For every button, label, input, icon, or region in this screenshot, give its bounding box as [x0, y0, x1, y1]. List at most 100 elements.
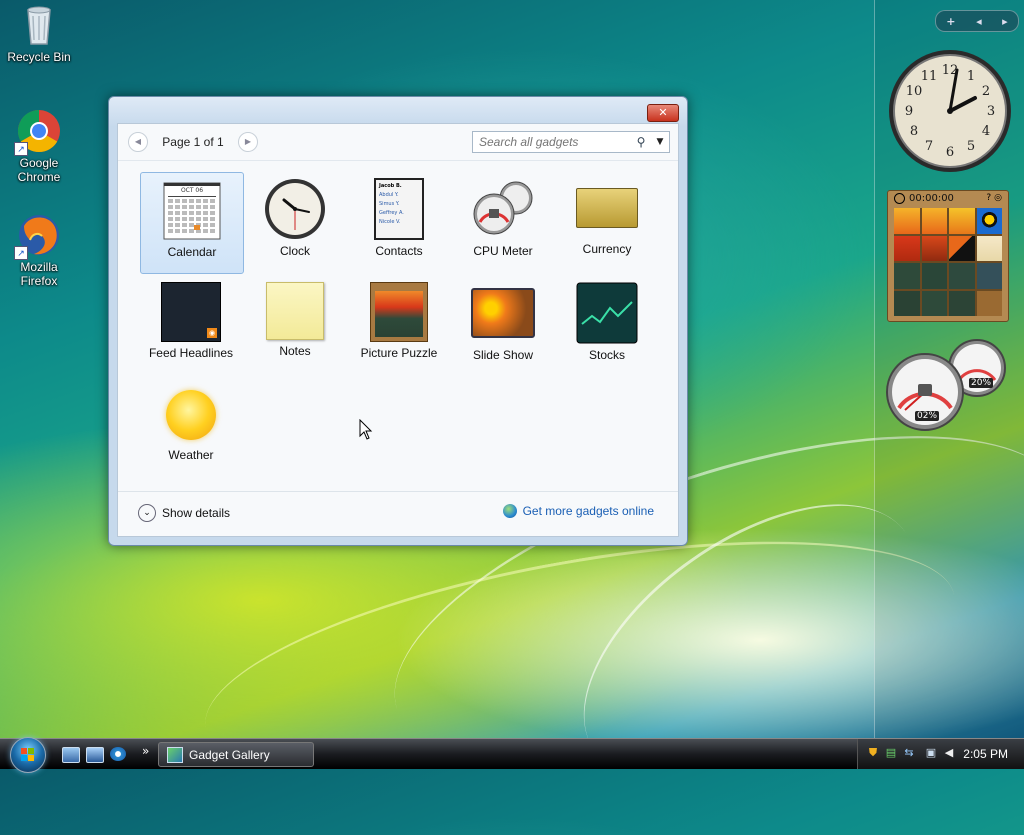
puzzle-tile[interactable]	[949, 290, 975, 316]
gadget-tile-contacts[interactable]: Jacob B. Abdul Y. Simus Y. Geffrey A. Ni…	[348, 172, 450, 272]
picture-puzzle-gadget[interactable]: 00:00:00 ? ◎	[887, 190, 1009, 322]
contact-entry: Simus Y.	[379, 201, 400, 207]
puzzle-tile[interactable]	[976, 263, 1002, 289]
system-tray: ⛊ ▤ ⇆ ▣ ◀ 2:05 PM	[857, 739, 1024, 769]
gadget-name: CPU Meter	[473, 244, 533, 258]
show-desktop-icon[interactable]	[62, 747, 80, 763]
display-icon[interactable]: ▣	[924, 746, 938, 760]
get-more-gadgets-label: Get more gadgets online	[522, 504, 654, 518]
gadget-tile-slide-show[interactable]: Slide Show	[452, 276, 554, 376]
gadget-tile-currency[interactable]: Currency	[556, 172, 658, 272]
close-button[interactable]: ✕	[647, 104, 679, 122]
calendar-day-cell	[196, 217, 201, 221]
taskbar: » Gadget Gallery ⛊ ▤ ⇆ ▣ ◀ 2:05 PM	[0, 737, 1024, 773]
calendar-day-cell	[189, 211, 194, 215]
svg-text:8: 8	[910, 124, 918, 139]
calendar-month-label: OCT 06	[180, 187, 204, 194]
sidebar-prev-button[interactable]: ◂	[976, 15, 982, 28]
next-page-button[interactable]: ▶	[238, 132, 258, 152]
puzzle-tile[interactable]	[921, 208, 947, 234]
globe-icon	[502, 504, 517, 518]
puzzle-tile[interactable]	[921, 235, 947, 261]
search-dropdown-icon[interactable]: ▼	[651, 137, 669, 147]
gadget-tile-notes[interactable]: Notes	[244, 276, 346, 376]
calendar-day-cell	[210, 229, 215, 233]
desktop-icon-google-chrome[interactable]: ↗ Google Chrome	[1, 108, 77, 184]
calendar-day-cell	[175, 205, 180, 209]
taskbar-button-gadget-gallery[interactable]: Gadget Gallery	[158, 742, 314, 767]
contact-entry: Jacob B.	[379, 183, 402, 189]
sidebar-controls: + ◂ ▸	[935, 10, 1019, 32]
gadget-tile-calendar[interactable]: OCT 06 Calendar	[140, 172, 244, 274]
puzzle-tile[interactable]	[921, 290, 947, 316]
help-icon[interactable]: ?	[986, 193, 991, 203]
calendar-day-cell	[182, 223, 187, 227]
picture-puzzle-icon	[370, 282, 428, 342]
contact-entry: Geffrey A.	[379, 210, 404, 216]
shortcut-arrow-icon: ↗	[14, 246, 28, 260]
search-input[interactable]	[477, 134, 631, 150]
puzzle-tile[interactable]	[894, 235, 920, 261]
calendar-day-cell	[182, 211, 187, 215]
volume-icon[interactable]: ◀	[942, 746, 956, 760]
calendar-day-cell	[175, 223, 180, 227]
puzzle-tile[interactable]	[894, 208, 920, 234]
page-navigator: ◀ Page 1 of 1 ▶	[128, 132, 258, 152]
feed-headlines-icon: ◉	[161, 282, 221, 342]
puzzle-tile[interactable]	[976, 235, 1002, 261]
picture-toggle-icon[interactable]: ◎	[994, 193, 1002, 203]
security-shield-icon[interactable]: ⛊	[866, 746, 880, 760]
currency-icon	[576, 188, 638, 228]
cpu-meter-gadget[interactable]: 20% 02%	[885, 338, 1011, 432]
puzzle-tile[interactable]	[921, 263, 947, 289]
puzzle-tile[interactable]	[894, 290, 920, 316]
gadget-tile-stocks[interactable]: Stocks	[556, 276, 658, 376]
cpu-meter-icon	[472, 178, 534, 240]
gadget-tile-feed-headlines[interactable]: ◉ Feed Headlines	[140, 276, 242, 376]
puzzle-empty-slot	[976, 290, 1002, 316]
puzzle-tile[interactable]	[976, 208, 1002, 234]
add-gadget-button[interactable]: +	[946, 15, 955, 28]
gadget-tile-clock[interactable]: Clock	[244, 172, 346, 272]
calendar-day-cell	[210, 211, 215, 215]
network-icon[interactable]: ⇆	[902, 746, 916, 760]
puzzle-tile[interactable]	[949, 235, 975, 261]
calendar-day-cell	[182, 205, 187, 209]
puzzle-tile[interactable]	[894, 263, 920, 289]
stocks-icon	[576, 282, 638, 344]
desktop-icon-mozilla-firefox[interactable]: ↗ Mozilla Firefox	[1, 212, 77, 288]
calendar-day-cell	[182, 217, 187, 221]
calendar-day-cell	[203, 211, 208, 215]
clock-gadget[interactable]: 12 1 2 3 4567 8 9 10 11	[887, 48, 1013, 177]
gadget-tile-weather[interactable]: Weather	[140, 380, 242, 480]
firefox-icon: ↗	[14, 212, 62, 260]
calendar-day-cell	[189, 229, 194, 233]
sidebar-next-button[interactable]: ▸	[1002, 15, 1008, 28]
sidebar-tray-icon[interactable]: ▤	[884, 746, 898, 760]
gadget-name: Stocks	[588, 348, 625, 362]
show-details-button[interactable]: ⌄ Show details	[138, 504, 230, 522]
desktop-icon-recycle-bin[interactable]: Recycle Bin	[1, 2, 77, 64]
get-more-gadgets-link[interactable]: Get more gadgets online	[502, 504, 654, 518]
gallery-footer: ⌄ Show details Get more gadgets online	[118, 491, 678, 536]
previous-page-button[interactable]: ◀	[128, 132, 148, 152]
svg-text:9: 9	[905, 104, 913, 119]
calendar-day-cell	[175, 229, 180, 233]
gadget-tile-cpu-meter[interactable]: CPU Meter	[452, 172, 554, 272]
calendar-day-cell	[189, 223, 194, 227]
contacts-icon: Jacob B. Abdul Y. Simus Y. Geffrey A. Ni…	[374, 178, 424, 240]
gallery-client-area: ◀ Page 1 of 1 ▶ ⚲ ▼ OCT 06 Calen	[117, 123, 679, 537]
gadget-tile-picture-puzzle[interactable]: Picture Puzzle	[348, 276, 450, 376]
recycle-bin-icon	[16, 2, 62, 48]
memory-usage-value: 20%	[969, 378, 994, 388]
quick-launch-overflow-icon[interactable]: »	[142, 744, 149, 758]
switch-windows-icon[interactable]	[86, 747, 104, 763]
internet-explorer-icon[interactable]	[110, 747, 126, 761]
search-icon[interactable]: ⚲	[631, 135, 651, 149]
system-clock[interactable]: 2:05 PM	[963, 747, 1008, 761]
puzzle-tile[interactable]	[949, 208, 975, 234]
calendar-day-cell	[203, 229, 208, 233]
rss-icon: ◉	[207, 328, 217, 338]
calendar-day-cell	[168, 211, 173, 215]
puzzle-tile[interactable]	[949, 263, 975, 289]
